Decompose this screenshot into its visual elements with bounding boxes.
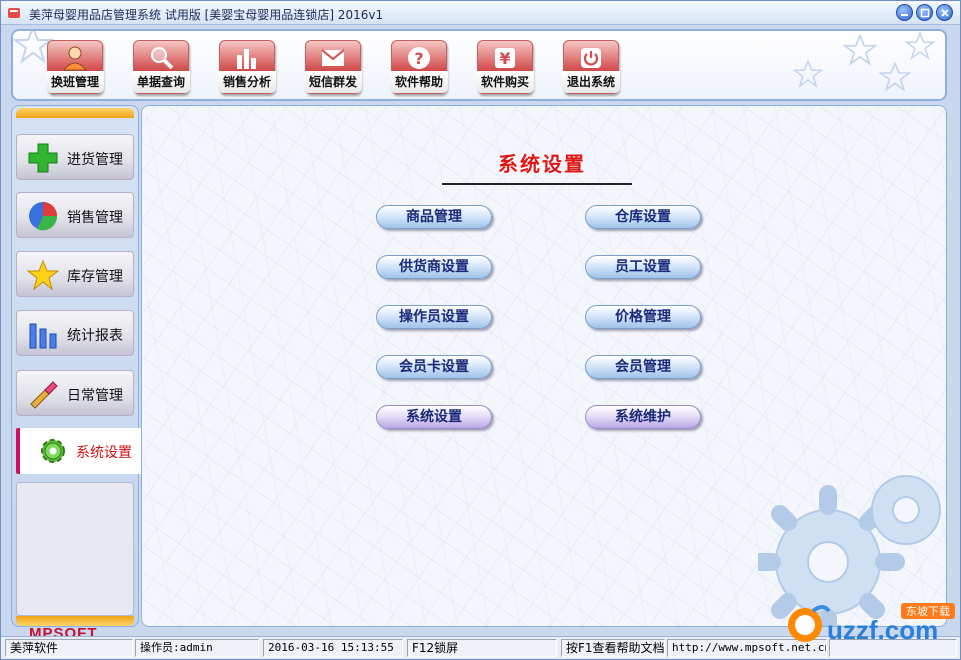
app-window: 美萍母婴用品店管理系统 试用版 [美婴宝母婴用品连锁店] 2016v1 换班管理… bbox=[0, 0, 961, 660]
sidebar-top-accent bbox=[16, 108, 134, 118]
svg-text:¥: ¥ bbox=[499, 49, 510, 68]
watermark-logo-icon: uzzf.com 东坡下载 bbox=[788, 603, 955, 645]
member-card-settings-button[interactable]: 会员卡设置 bbox=[376, 355, 492, 379]
sidebar-item-label: 日常管理 bbox=[67, 388, 123, 404]
star-decoration-icon bbox=[905, 31, 935, 60]
status-operator: 操作员:admin bbox=[135, 639, 259, 657]
brush-icon bbox=[30, 381, 58, 409]
power-icon bbox=[581, 48, 601, 68]
user-icon bbox=[62, 46, 88, 71]
main-toolbar: 换班管理 单据查询 销售分析 短信群发 ? 软件帮助 ¥ 软件购买 退出系统 bbox=[11, 29, 947, 101]
sms-broadcast-button[interactable]: 短信群发 bbox=[304, 40, 362, 94]
toolbar-button-label: 退出系统 bbox=[562, 71, 620, 93]
star-icon bbox=[27, 259, 59, 291]
sales-analysis-button[interactable]: 销售分析 bbox=[218, 40, 276, 94]
document-query-button[interactable]: 单据查询 bbox=[132, 40, 190, 94]
toolbar-button-label: 软件帮助 bbox=[390, 71, 448, 93]
star-decoration-icon bbox=[879, 61, 911, 92]
toolbar-button-label: 软件购买 bbox=[476, 71, 534, 93]
software-purchase-button[interactable]: ¥ 软件购买 bbox=[476, 40, 534, 94]
supplier-settings-button[interactable]: 供货商设置 bbox=[376, 255, 492, 279]
svg-text:?: ? bbox=[414, 49, 423, 68]
main-panel: 系统设置 商品管理 仓库设置 供货商设置 员工设置 操作员设置 价格管理 会员卡… bbox=[141, 105, 947, 627]
system-settings-button[interactable]: 系统设置 bbox=[376, 405, 492, 429]
sidebar-item-reports[interactable]: 统计报表 bbox=[16, 310, 134, 356]
sidebar-item-sales[interactable]: 销售管理 bbox=[16, 192, 134, 238]
app-icon bbox=[8, 8, 20, 18]
envelope-icon bbox=[321, 49, 345, 66]
gear-icon bbox=[41, 439, 65, 463]
sidebar-item-label: 库存管理 bbox=[67, 269, 123, 285]
bar-chart-icon bbox=[237, 49, 256, 69]
star-decoration-icon bbox=[843, 33, 877, 66]
employee-settings-button[interactable]: 员工设置 bbox=[585, 255, 701, 279]
title-divider bbox=[442, 183, 632, 185]
toolbar-button-label: 单据查询 bbox=[132, 71, 190, 93]
shift-management-button[interactable]: 换班管理 bbox=[46, 40, 104, 94]
page-title: 系统设置 bbox=[498, 152, 586, 176]
toolbar-button-label: 短信群发 bbox=[304, 71, 362, 93]
operator-settings-button[interactable]: 操作员设置 bbox=[376, 305, 492, 329]
window-title: 美萍母婴用品店管理系统 试用版 [美婴宝母婴用品连锁店] 2016v1 bbox=[29, 8, 384, 22]
watermark-text: uzzf.com bbox=[827, 615, 938, 645]
star-decoration-icon bbox=[793, 59, 823, 88]
sidebar-item-label: 统计报表 bbox=[67, 328, 123, 344]
minimize-button[interactable] bbox=[896, 4, 913, 21]
sidebar-item-purchase[interactable]: 进货管理 bbox=[16, 134, 134, 180]
member-management-button[interactable]: 会员管理 bbox=[585, 355, 701, 379]
system-maintenance-button[interactable]: 系统维护 bbox=[585, 405, 701, 429]
sidebar-item-inventory[interactable]: 库存管理 bbox=[16, 251, 134, 297]
plus-icon bbox=[28, 143, 58, 173]
warehouse-settings-button[interactable]: 仓库设置 bbox=[585, 205, 701, 229]
close-button[interactable] bbox=[936, 4, 953, 21]
minimize-icon bbox=[901, 14, 908, 16]
status-help-hint: 按F1查看帮助文档 bbox=[561, 639, 665, 657]
bars-icon bbox=[29, 323, 57, 349]
maximize-button[interactable] bbox=[916, 4, 933, 21]
sidebar-item-system-settings[interactable]: 系统设置 bbox=[16, 428, 142, 474]
status-datetime: 2016-03-16 15:13:55 bbox=[263, 639, 403, 657]
title-bar[interactable]: 美萍母婴用品店管理系统 试用版 [美婴宝母婴用品连锁店] 2016v1 bbox=[1, 1, 960, 25]
left-navigation: 进货管理 销售管理 库存管理 统计报表 日常管理 系统设置 bbox=[11, 105, 142, 627]
toolbar-button-label: 换班管理 bbox=[46, 71, 104, 93]
sidebar-item-label: 系统设置 bbox=[76, 445, 132, 461]
sidebar-item-label: 进货管理 bbox=[67, 152, 123, 168]
help-icon: ? bbox=[408, 47, 430, 69]
maximize-icon bbox=[920, 8, 930, 18]
status-lock-hint: F12锁屏 bbox=[407, 639, 557, 657]
toolbar-button-label: 销售分析 bbox=[218, 71, 276, 93]
price-management-button[interactable]: 价格管理 bbox=[585, 305, 701, 329]
sidebar-item-daily[interactable]: 日常管理 bbox=[16, 370, 134, 416]
pie-icon bbox=[29, 202, 58, 231]
sidebar-item-label: 销售管理 bbox=[67, 210, 123, 226]
magnifier-icon bbox=[151, 47, 174, 70]
product-management-button[interactable]: 商品管理 bbox=[376, 205, 492, 229]
sidebar-empty-area bbox=[16, 482, 134, 616]
close-icon bbox=[941, 9, 949, 17]
status-company: 美萍软件 bbox=[5, 639, 133, 657]
watermark-tag: 东坡下载 bbox=[906, 605, 950, 618]
software-help-button[interactable]: ? 软件帮助 bbox=[390, 40, 448, 94]
exit-system-button[interactable]: 退出系统 bbox=[562, 40, 620, 94]
yen-icon: ¥ bbox=[495, 48, 515, 68]
